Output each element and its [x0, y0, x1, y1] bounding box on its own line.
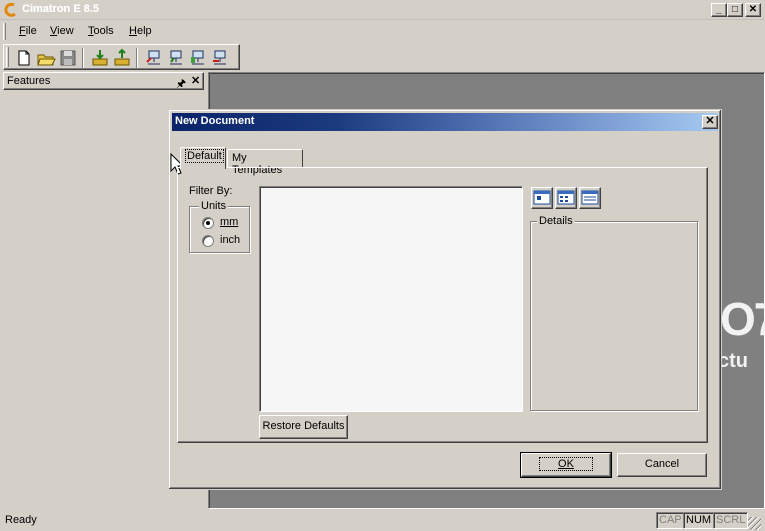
menu-file-mnemonic: F [19, 25, 26, 37]
num-lock-indicator: NUM [683, 512, 715, 529]
details-legend: Details [537, 215, 575, 227]
save-disk-icon [60, 50, 76, 66]
toolbar-grip[interactable] [6, 47, 9, 67]
menu-tools-label: ools [93, 25, 114, 37]
network-1-button[interactable] [144, 48, 164, 68]
menu-help-label: elp [136, 25, 152, 37]
caps-lock-indicator: CAP [656, 512, 685, 529]
background-brand-mark: O7 [720, 293, 765, 345]
tab-panel: Filter By: Units mm inch Restore Default… [177, 167, 708, 443]
features-close-icon[interactable]: ✕ [191, 74, 200, 87]
minimize-icon: _ [716, 4, 722, 15]
dialog-close-button[interactable]: ✕ [702, 115, 718, 129]
menu-view[interactable]: View [50, 25, 74, 37]
radio-mm-button[interactable] [202, 217, 214, 229]
details-view-button[interactable] [579, 187, 601, 209]
cancel-button[interactable]: Cancel [617, 453, 707, 477]
ok-button[interactable]: OK [520, 452, 612, 478]
pin-icon[interactable]: 🖈 [176, 75, 186, 94]
export-button[interactable] [112, 48, 132, 68]
menu-tools[interactable]: Tools [88, 25, 114, 37]
dialog-title-bar[interactable]: New Document ✕ [172, 113, 718, 131]
status-bar: Ready CAP NUM SCRL [0, 509, 765, 531]
new-document-dialog: New Document ✕ Default My Templates Filt… [168, 109, 722, 490]
export-icon [114, 48, 130, 66]
ok-button-label: OK [539, 457, 593, 471]
save-button[interactable] [58, 48, 78, 68]
maximize-button[interactable]: □ [727, 3, 743, 17]
menu-help-mnemonic: H [129, 25, 137, 37]
import-icon [92, 50, 108, 66]
toolbar-separator [82, 48, 84, 68]
scrl-indicator-label: SCRL [716, 514, 746, 526]
small-icons-view-icon [557, 190, 575, 205]
import-button[interactable] [90, 48, 110, 68]
scroll-lock-indicator: SCRL [713, 512, 749, 529]
menu-grip[interactable] [3, 23, 6, 40]
menu-view-label: iew [57, 25, 74, 37]
tab-default[interactable]: Default [180, 147, 226, 169]
new-file-icon [18, 50, 30, 66]
large-icons-view-icon [533, 190, 551, 205]
dialog-title: New Document [175, 115, 255, 127]
menu-file[interactable]: File [19, 25, 37, 37]
toolbar-separator [136, 48, 138, 68]
network-icon [191, 50, 204, 65]
template-list[interactable] [259, 186, 523, 412]
network-icon [146, 50, 160, 65]
close-button[interactable]: ✕ [745, 3, 761, 17]
status-text: Ready [5, 514, 37, 526]
network-icon [213, 50, 226, 65]
units-legend: Units [199, 200, 229, 212]
background-brand-tag: ctu [718, 350, 748, 372]
radio-mm-label: mm [220, 216, 239, 228]
tab-my-templates[interactable]: My Templates [227, 149, 303, 176]
maximize-icon: □ [731, 4, 739, 15]
minimize-button[interactable]: _ [711, 3, 727, 17]
restore-defaults-label: Restore Defaults [262, 420, 345, 432]
large-icons-view-button[interactable] [531, 187, 553, 209]
title-bar[interactable]: Cimatron E 8.5 _ □ ✕ [0, 0, 765, 20]
close-icon: ✕ [748, 4, 758, 15]
small-icons-view-button[interactable] [555, 187, 577, 209]
menu-file-label: ile [25, 25, 37, 37]
features-pane-title: Features [7, 75, 51, 87]
num-indicator-label: NUM [686, 514, 712, 526]
close-icon: ✕ [705, 115, 715, 127]
open-button[interactable] [36, 48, 56, 68]
network-2-button[interactable] [166, 48, 186, 68]
details-view-icon [581, 190, 599, 205]
main-toolbar [3, 44, 240, 70]
resize-grip[interactable] [748, 517, 761, 530]
units-group: Units mm inch [189, 200, 250, 253]
menu-bar: File View Tools Help [0, 21, 765, 42]
radio-inch-label: inch [220, 234, 241, 246]
network-icon [170, 50, 182, 65]
open-folder-icon [37, 54, 56, 66]
restore-defaults-button[interactable]: Restore Defaults [259, 415, 348, 439]
radio-inch-button[interactable] [202, 235, 214, 247]
caps-indicator-label: CAP [659, 514, 682, 526]
network-3-button[interactable] [188, 48, 208, 68]
radio-selected-dot [206, 221, 210, 225]
new-document-button[interactable] [14, 48, 34, 68]
network-4-button[interactable] [210, 48, 230, 68]
features-pane-header: Features 🖈 ✕ [3, 72, 204, 90]
filter-by-label: Filter By: [189, 185, 233, 197]
details-group: Details [530, 215, 698, 411]
menu-help[interactable]: Help [129, 25, 152, 37]
cimatron-logo-icon [4, 3, 16, 17]
app-title: Cimatron E 8.5 [22, 3, 100, 15]
tab-default-label: Default [185, 149, 224, 163]
cancel-button-label: Cancel [644, 458, 680, 470]
